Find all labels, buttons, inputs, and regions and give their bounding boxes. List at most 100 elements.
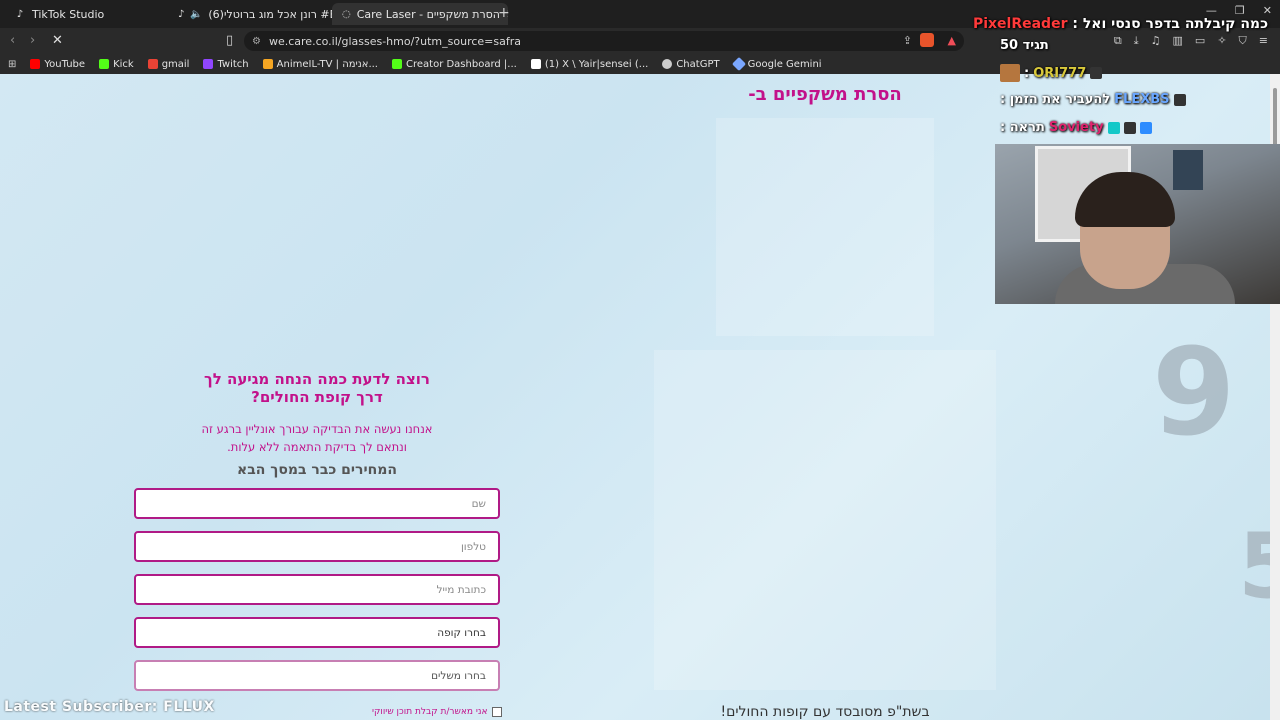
promo-image [654, 350, 996, 690]
emote-icon [1000, 64, 1020, 82]
bookmark-label: Twitch [217, 58, 249, 70]
hmo-caption: בשת"פ מסובסד עם קופות החולים! [720, 704, 930, 720]
latest-subscriber: Latest Subscriber: FLLUX [4, 699, 215, 715]
download-icon[interactable]: ⤓ [1134, 34, 1139, 48]
email-field[interactable]: כתובת מייל [134, 574, 500, 605]
chat-badge-icon [1173, 93, 1186, 106]
webcam-poster [1173, 150, 1203, 190]
scrollbar-thumb[interactable] [1273, 88, 1277, 148]
brave-shield-icon[interactable] [920, 33, 934, 47]
tab-tiktok-studio[interactable]: ♪ TikTok Studio [4, 3, 174, 25]
animeil-icon [262, 59, 273, 69]
chatgpt-icon [662, 59, 673, 69]
twitch-icon [203, 59, 214, 69]
chat-badge-icon [1123, 121, 1136, 134]
bookmark-label: Creator Dashboard |... [406, 58, 517, 70]
chat-badge-icon [1139, 121, 1152, 134]
url-text[interactable]: we.care.co.il/glasses-hmo/?utm_source=sa… [269, 35, 521, 48]
chat-badge-icon [1107, 121, 1120, 134]
hero-title: הסרת משקפיים ב- [748, 84, 902, 105]
supplementary-plan-select[interactable]: בחרו משלים [134, 660, 500, 691]
chat-highlight-text: כמה קיבלתה בדפר סנסי ואל : [1072, 16, 1268, 32]
forward-icon[interactable]: › [30, 33, 35, 48]
consent-label: אני מאשר/ת קבלת תוכן שיווקי [372, 707, 488, 717]
tab-label: TikTok Studio [32, 7, 105, 21]
chat-badge-icon [1090, 67, 1103, 79]
share-icon[interactable]: ⇪ [903, 34, 912, 47]
bookmark-twitch[interactable]: Twitch [203, 58, 249, 70]
chat-text: : [1024, 65, 1030, 81]
chat-username: FLEXBS [1114, 92, 1170, 107]
lead-form: רוצה לדעת כמה הנחה מגיעה לך דרך קופת החו… [134, 370, 500, 703]
globe-icon: ◌ [342, 8, 351, 20]
form-heading-line: דרך קופת החולים? [251, 388, 383, 406]
bookmark-youtube[interactable]: YouTube [30, 59, 85, 70]
leo-icon[interactable]: ✧ [1217, 34, 1226, 48]
bookmark-gemini[interactable]: Google Gemini [731, 56, 822, 72]
consent-checkbox[interactable] [491, 707, 502, 717]
youtube-icon [30, 59, 41, 69]
bookmark-kick[interactable]: Kick [99, 59, 134, 70]
new-tab-icon[interactable]: + [498, 5, 510, 21]
hmo-select[interactable]: בחרו קופה [134, 617, 500, 648]
sidebar-icon[interactable]: ▥ [1173, 34, 1183, 48]
url-bar[interactable]: ⚙ we.care.co.il/glasses-hmo/?utm_source=… [244, 31, 964, 51]
webcam-overlay [995, 144, 1280, 304]
media-icon[interactable]: ♫ [1151, 34, 1161, 48]
chat-text: תראה : [1000, 120, 1045, 135]
back-icon[interactable]: ‹ [10, 33, 15, 48]
chat-username: Soviety [1048, 120, 1104, 135]
wallet-icon[interactable]: ▭ [1195, 34, 1205, 48]
bookmark-label: ChatGPT [676, 58, 720, 70]
bookmark-animeil[interactable]: AnimeIL-TV | אנימה... [262, 58, 378, 70]
x-icon [530, 59, 541, 69]
site-info-icon[interactable]: ⚙ [252, 36, 261, 47]
form-subtitle-line: ונתאם לך בדיקת התאמה ללא עלות. [227, 440, 407, 454]
extensions-icon[interactable]: ⧉ [1114, 34, 1122, 48]
decorative-number: 5 [1238, 514, 1270, 619]
bookmark-label: Kick [113, 58, 134, 70]
bookmark-x[interactable]: (1) X \ Yair|sensei (... [530, 58, 649, 70]
form-subtitle: אנחנו נעשה את הבדיקה עבורך אונליין ברגע … [134, 420, 500, 456]
bookmark-label: AnimeIL-TV | אנימה... [276, 58, 378, 70]
chat-message: Soviety תראה : [1000, 120, 1152, 135]
vpn-icon[interactable]: ⛉ [1239, 34, 1247, 48]
bookmark-label: Google Gemini [747, 58, 822, 70]
chat-message: ORI777 : [1000, 64, 1103, 82]
name-field[interactable]: שם [134, 488, 500, 519]
browser-toolbar-icons: ⧉ ⤓ ♫ ▥ ▭ ✧ ⛉ ≡ [1114, 34, 1268, 48]
chat-highlight: כמה קיבלתה בדפר סנסי ואל : PixelReader [973, 16, 1268, 32]
gmail-icon [147, 59, 158, 69]
hero-image [716, 118, 934, 336]
prices-note: המחירים כבר במסך הבא [237, 462, 397, 478]
kick-icon [392, 59, 402, 69]
tab-label: (6)רונן אכל מוג ברוטלי #BP #רונג: [208, 7, 338, 21]
marketing-consent[interactable]: אני מאשר/ת קבלת תוכן שיווקי [372, 707, 502, 717]
bookmark-label: gmail [161, 58, 190, 70]
form-heading-line: רוצה לדעת כמה הנחה מגיעה לך [204, 370, 430, 388]
bookmark-icon[interactable]: ▯ [226, 33, 233, 48]
tab-label: Care Laser - הסרת משקפיים [356, 7, 500, 21]
apps-grid-icon[interactable]: ⊞ [8, 59, 16, 70]
chat-username: ORI777 [1033, 65, 1087, 81]
bookmark-label: (1) X \ Yair|sensei (... [544, 58, 649, 70]
chat-message: FLEXBS להעביר את הזמן : [1000, 92, 1186, 107]
bookmark-creator-dashboard[interactable]: Creator Dashboard |... [392, 59, 517, 70]
decorative-number: 9 [1152, 324, 1236, 463]
tab-care-laser[interactable]: ◌ Care Laser - הסרת משקפיים ✕ [332, 3, 508, 25]
kick-icon [99, 59, 110, 69]
phone-field[interactable]: טלפון [134, 531, 500, 562]
tab-youtube-video[interactable]: ♪ 🔈 (6)רונן אכל מוג ברוטלי #BP #רונג: [168, 3, 338, 25]
chat-highlight-subtitle: תגיד 50 [1000, 38, 1049, 53]
tiktok-icon: ♪ [16, 8, 24, 20]
stop-loading-icon[interactable]: ✕ [52, 33, 63, 48]
speaker-icon[interactable]: 🔈 [190, 8, 202, 20]
chat-highlight-user: PixelReader [972, 16, 1068, 32]
menu-icon[interactable]: ≡ [1259, 34, 1268, 48]
bookmark-gmail[interactable]: gmail [147, 58, 190, 70]
bookmark-chatgpt[interactable]: ChatGPT [662, 58, 720, 70]
rewards-icon[interactable]: ▲ [948, 34, 956, 47]
chat-text: להעביר את הזמן : [1000, 92, 1111, 107]
bookmark-label: YouTube [44, 58, 86, 70]
gemini-icon [731, 56, 746, 72]
